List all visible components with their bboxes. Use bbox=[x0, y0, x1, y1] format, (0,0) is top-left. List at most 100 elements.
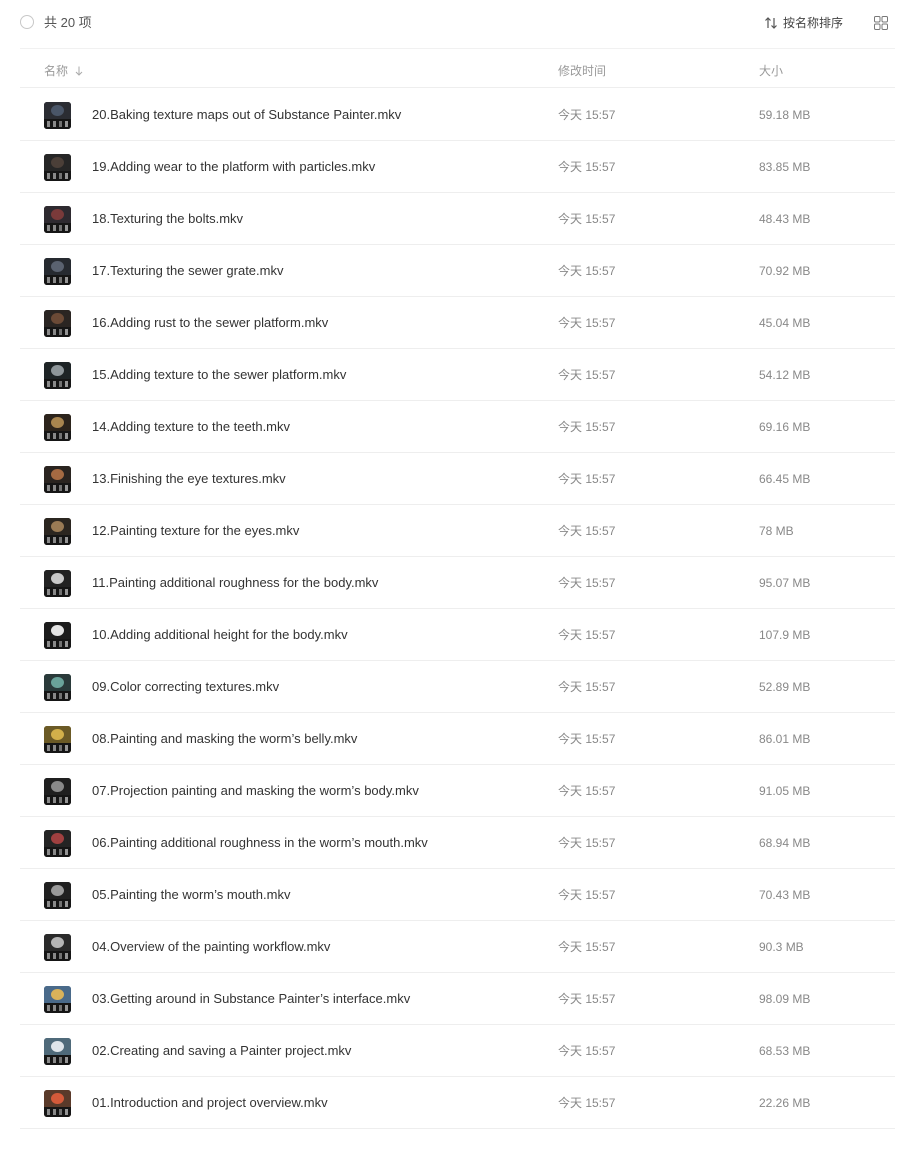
video-thumbnail bbox=[44, 414, 71, 441]
file-modified-time: 今天 15:57 bbox=[558, 524, 616, 538]
file-size: 90.3 MB bbox=[759, 940, 804, 954]
video-thumbnail bbox=[44, 206, 71, 233]
file-name: 07.Projection painting and masking the w… bbox=[92, 783, 419, 798]
file-size: 52.89 MB bbox=[759, 680, 811, 694]
file-name: 17.Texturing the sewer grate.mkv bbox=[92, 263, 284, 278]
column-name-header[interactable]: 名称 bbox=[44, 62, 83, 79]
file-list: 20.Baking texture maps out of Substance … bbox=[20, 89, 895, 1129]
file-row[interactable]: 15.Adding texture to the sewer platform.… bbox=[20, 349, 895, 401]
file-size: 83.85 MB bbox=[759, 160, 811, 174]
sort-arrows-icon bbox=[765, 17, 777, 29]
video-thumbnail bbox=[44, 1038, 71, 1065]
file-modified-time: 今天 15:57 bbox=[558, 732, 616, 746]
video-thumbnail bbox=[44, 362, 71, 389]
file-name: 06.Painting additional roughness in the … bbox=[92, 835, 428, 850]
file-modified-time: 今天 15:57 bbox=[558, 472, 616, 486]
video-thumbnail bbox=[44, 882, 71, 909]
file-modified-time: 今天 15:57 bbox=[558, 1096, 616, 1110]
file-modified-time: 今天 15:57 bbox=[558, 628, 616, 642]
video-thumbnail bbox=[44, 310, 71, 337]
file-row[interactable]: 06.Painting additional roughness in the … bbox=[20, 817, 895, 869]
file-modified-time: 今天 15:57 bbox=[558, 992, 616, 1006]
file-name: 01.Introduction and project overview.mkv bbox=[92, 1095, 328, 1110]
file-modified-time: 今天 15:57 bbox=[558, 940, 616, 954]
file-modified-time: 今天 15:57 bbox=[558, 160, 616, 174]
file-size: 95.07 MB bbox=[759, 576, 811, 590]
item-count: 共 20 项 bbox=[44, 15, 92, 30]
video-thumbnail bbox=[44, 674, 71, 701]
file-row[interactable]: 20.Baking texture maps out of Substance … bbox=[20, 89, 895, 141]
file-size: 70.92 MB bbox=[759, 264, 811, 278]
file-name: 19.Adding wear to the platform with part… bbox=[92, 159, 376, 174]
column-name-label: 名称 bbox=[44, 64, 69, 78]
file-modified-time: 今天 15:57 bbox=[558, 1044, 616, 1058]
file-name: 12.Painting texture for the eyes.mkv bbox=[92, 523, 300, 538]
file-name: 04.Overview of the painting workflow.mkv bbox=[92, 939, 331, 954]
file-modified-time: 今天 15:57 bbox=[558, 108, 616, 122]
file-modified-time: 今天 15:57 bbox=[558, 368, 616, 382]
file-row[interactable]: 08.Painting and masking the worm’s belly… bbox=[20, 713, 895, 765]
file-name: 18.Texturing the bolts.mkv bbox=[92, 211, 244, 226]
column-header: 名称 修改时间 大小 bbox=[20, 49, 895, 88]
file-row[interactable]: 07.Projection painting and masking the w… bbox=[20, 765, 895, 817]
column-modified-header[interactable]: 修改时间 bbox=[558, 62, 606, 79]
file-name: 14.Adding texture to the teeth.mkv bbox=[92, 419, 291, 434]
file-row[interactable]: 12.Painting texture for the eyes.mkv 今天 1… bbox=[20, 505, 895, 557]
file-size: 70.43 MB bbox=[759, 888, 811, 902]
file-size: 54.12 MB bbox=[759, 368, 811, 382]
file-name: 05.Painting the worm’s mouth.mkv bbox=[92, 887, 291, 902]
file-row[interactable]: 02.Creating and saving a Painter project… bbox=[20, 1025, 895, 1077]
file-modified-time: 今天 15:57 bbox=[558, 212, 616, 226]
file-row[interactable]: 09.Color correcting textures.mkv 今天 15:57… bbox=[20, 661, 895, 713]
video-thumbnail bbox=[44, 570, 71, 597]
file-name: 13.Finishing the eye textures.mkv bbox=[92, 471, 286, 486]
file-size: 68.94 MB bbox=[759, 836, 811, 850]
file-size: 107.9 MB bbox=[759, 628, 811, 642]
file-row[interactable]: 05.Painting the worm’s mouth.mkv 今天 15:57… bbox=[20, 869, 895, 921]
file-size: 98.09 MB bbox=[759, 992, 811, 1006]
file-row[interactable]: 01.Introduction and project overview.mkv… bbox=[20, 1077, 895, 1129]
file-row[interactable]: 14.Adding texture to the teeth.mkv 今天 15:… bbox=[20, 401, 895, 453]
file-row[interactable]: 03.Getting around in Substance Painter’s… bbox=[20, 973, 895, 1025]
video-thumbnail bbox=[44, 258, 71, 285]
file-modified-time: 今天 15:57 bbox=[558, 888, 616, 902]
file-modified-time: 今天 15:57 bbox=[558, 420, 616, 434]
file-name: 15.Adding texture to the sewer platform.… bbox=[92, 367, 347, 382]
select-all-checkbox[interactable] bbox=[20, 15, 34, 29]
file-name: 08.Painting and masking the worm’s belly… bbox=[92, 731, 358, 746]
file-modified-time: 今天 15:57 bbox=[558, 316, 616, 330]
video-thumbnail bbox=[44, 102, 71, 129]
video-thumbnail bbox=[44, 518, 71, 545]
file-row[interactable]: 18.Texturing the bolts.mkv 今天 15:57 48.43 … bbox=[20, 193, 895, 245]
file-size: 59.18 MB bbox=[759, 108, 811, 122]
file-name: 16.Adding rust to the sewer platform.mkv bbox=[92, 315, 329, 330]
video-thumbnail bbox=[44, 466, 71, 493]
video-thumbnail bbox=[44, 830, 71, 857]
file-size: 68.53 MB bbox=[759, 1044, 811, 1058]
file-modified-time: 今天 15:57 bbox=[558, 576, 616, 590]
file-row[interactable]: 11.Painting additional roughness for the… bbox=[20, 557, 895, 609]
sort-button[interactable]: 按名称排序 bbox=[764, 14, 843, 32]
file-modified-time: 今天 15:57 bbox=[558, 836, 616, 850]
video-thumbnail bbox=[44, 986, 71, 1013]
file-modified-time: 今天 15:57 bbox=[558, 264, 616, 278]
video-thumbnail bbox=[44, 622, 71, 649]
file-name: 02.Creating and saving a Painter project… bbox=[92, 1043, 352, 1058]
file-row[interactable]: 17.Texturing the sewer grate.mkv 今天 15:57… bbox=[20, 245, 895, 297]
toolbar: 共 20 项 按名称排序 bbox=[0, 0, 898, 48]
file-name: 20.Baking texture maps out of Substance … bbox=[92, 107, 402, 122]
file-row[interactable]: 19.Adding wear to the platform with part… bbox=[20, 141, 895, 193]
sort-label: 按名称排序 bbox=[783, 16, 844, 30]
file-row[interactable]: 04.Overview of the painting workflow.mkv… bbox=[20, 921, 895, 973]
file-size: 45.04 MB bbox=[759, 316, 811, 330]
video-thumbnail bbox=[44, 154, 71, 181]
file-size: 48.43 MB bbox=[759, 212, 811, 226]
file-row[interactable]: 16.Adding rust to the sewer platform.mkv… bbox=[20, 297, 895, 349]
file-size: 22.26 MB bbox=[759, 1096, 811, 1110]
file-name: 03.Getting around in Substance Painter’s… bbox=[92, 991, 411, 1006]
file-name: 11.Painting additional roughness for the… bbox=[92, 575, 379, 590]
file-row[interactable]: 13.Finishing the eye textures.mkv 今天 15:5… bbox=[20, 453, 895, 505]
column-size-header[interactable]: 大小 bbox=[759, 62, 783, 79]
file-row[interactable]: 10.Adding additional height for the body… bbox=[20, 609, 895, 661]
grid-view-icon[interactable] bbox=[874, 16, 888, 30]
